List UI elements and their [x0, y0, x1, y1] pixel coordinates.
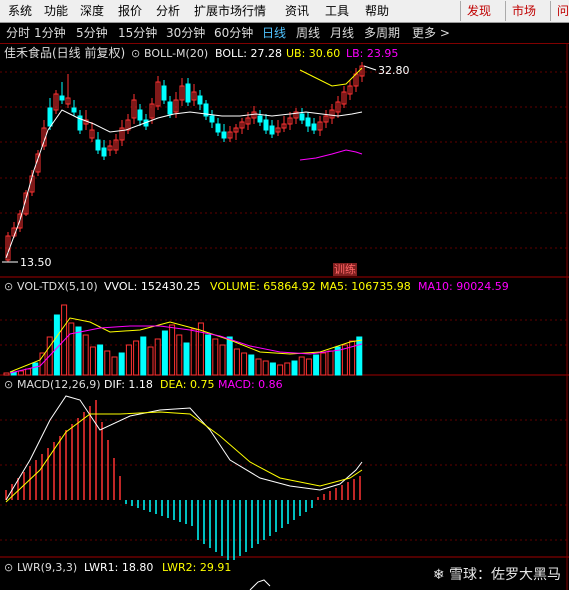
boll-lower-line	[299, 149, 363, 161]
volume-bar	[183, 342, 190, 376]
candle-body	[71, 107, 77, 113]
volume-bar	[284, 362, 291, 376]
indicator-toggle-icon[interactable]: ⊙	[131, 47, 140, 60]
vol-ma10: MA10: 90024.59	[418, 280, 509, 293]
macd-label: MACD(12,26,9)	[17, 378, 101, 391]
boll-ub: UB: 30.60	[286, 47, 341, 60]
candle-body	[161, 85, 167, 101]
volume-bar	[320, 352, 327, 376]
watermark: ❄ 雪球：佐罗大黑马	[433, 564, 561, 584]
macd-value: MACD: 0.86	[218, 378, 283, 391]
candle-body	[59, 95, 65, 101]
volume-bar	[82, 334, 89, 376]
candle-body	[299, 113, 305, 121]
volume-bar	[205, 334, 212, 376]
vol-ma5: MA5: 106735.98	[320, 280, 411, 293]
volume-bar	[190, 328, 197, 376]
volume-bar	[277, 364, 284, 376]
volume-bar	[32, 362, 39, 376]
volume-bar	[161, 330, 168, 376]
candle-body	[305, 117, 311, 127]
candle-body	[263, 119, 269, 131]
volume-bar	[327, 350, 334, 376]
lwr1-line	[249, 579, 271, 590]
volume-bar	[248, 354, 255, 376]
candle-body	[95, 139, 101, 151]
volume-bar	[140, 336, 147, 376]
volume-bar	[53, 314, 60, 376]
volume-bar	[3, 372, 10, 376]
indicator-toggle-icon[interactable]: ⊙	[4, 378, 13, 391]
macd-dea: DEA: 0.75	[160, 378, 215, 391]
boll-value: BOLL: 27.28	[215, 47, 282, 60]
volume-bar	[255, 358, 262, 376]
candle-body	[269, 125, 275, 135]
vol-vvol: VVOL: 152430.25	[104, 280, 201, 293]
lwr-label: LWR(9,3,3)	[17, 561, 78, 574]
volume-bar	[291, 360, 298, 376]
volume-bar	[118, 352, 125, 376]
volume-bar	[89, 346, 96, 376]
volume-bar	[111, 356, 118, 376]
volume-bar	[97, 344, 104, 376]
volume-bar	[125, 344, 132, 376]
lwr1-value: LWR1: 18.80	[84, 561, 154, 574]
volume-bar	[25, 368, 32, 376]
volume-bar	[68, 322, 75, 376]
volume-bar	[269, 362, 276, 376]
volume-bar	[219, 344, 226, 376]
volume-bar	[313, 354, 320, 376]
boll-mid-line	[5, 109, 363, 259]
volume-bar	[104, 350, 111, 376]
volume-bar	[356, 336, 363, 376]
volume-bar	[176, 334, 183, 376]
boll-upper-line	[299, 67, 363, 87]
indicator-toggle-icon[interactable]: ⊙	[4, 280, 13, 293]
candle-body	[101, 147, 107, 157]
volume-bar	[233, 348, 240, 376]
watermark-text: 雪球：佐罗大黑马	[449, 567, 561, 583]
candle-body	[167, 101, 173, 115]
high-arrow	[363, 65, 377, 71]
volume-bar	[226, 336, 233, 376]
volume-bar	[262, 360, 269, 376]
vol-volume: VOLUME: 65864.92	[210, 280, 316, 293]
candle-body	[215, 123, 221, 133]
candle-body	[221, 131, 227, 139]
stock-title: 佳禾食品(日线 前复权)	[4, 46, 126, 60]
training-badge[interactable]: 训练	[333, 263, 357, 276]
volume-bar	[169, 324, 176, 376]
candle-body	[311, 123, 317, 131]
kline-chart[interactable]	[0, 0, 569, 590]
volume-bar	[17, 370, 24, 376]
lwr2-value: LWR2: 29.91	[162, 561, 232, 574]
volume-bar	[133, 340, 140, 376]
volume-bar	[212, 338, 219, 376]
candle-body	[209, 115, 215, 123]
volume-bar	[75, 326, 82, 376]
boll-lb: LB: 23.95	[346, 47, 399, 60]
boll-label: BOLL-M(20)	[144, 47, 209, 60]
candle-body	[185, 83, 191, 103]
candle-body	[257, 115, 263, 123]
vol-label: VOL-TDX(5,10)	[17, 280, 98, 293]
candle-body	[137, 109, 143, 121]
volume-bar	[305, 358, 312, 376]
volume-bar	[298, 356, 305, 376]
low-price-mark: 13.50	[20, 256, 52, 269]
snowball-logo-icon: ❄	[432, 567, 445, 583]
volume-bar	[334, 346, 341, 376]
volume-bar	[154, 338, 161, 376]
high-price-mark: 32.80	[378, 64, 410, 77]
candle-body	[197, 95, 203, 105]
indicator-toggle-icon[interactable]: ⊙	[4, 561, 13, 574]
volume-bar	[147, 346, 154, 376]
candle-body	[47, 107, 53, 127]
volume-bar	[241, 352, 248, 376]
macd-dif: DIF: 1.18	[104, 378, 153, 391]
